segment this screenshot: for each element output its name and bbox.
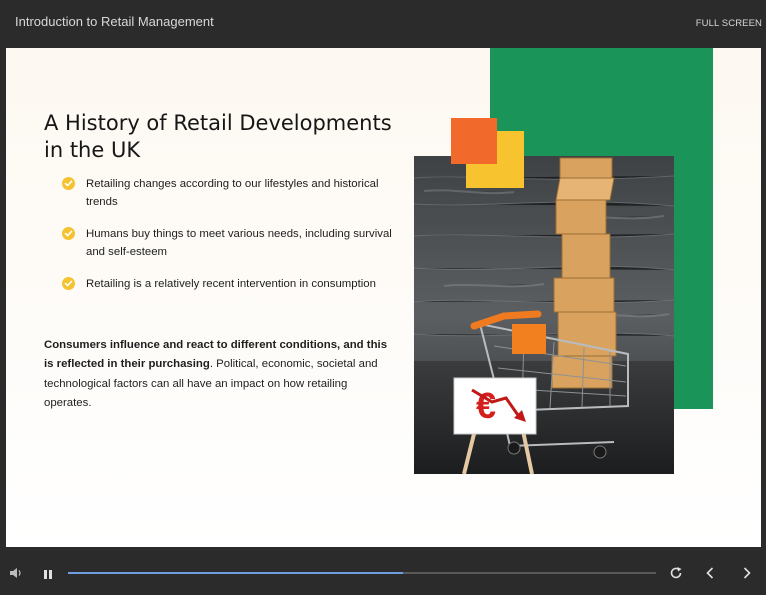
pause-icon[interactable]: [43, 567, 53, 585]
shopping-cart-boxes-image: €: [414, 156, 674, 474]
check-icon: [62, 227, 75, 240]
orange-decor-square: [451, 118, 497, 164]
slide: A History of Retail Developments in the …: [6, 48, 761, 547]
previous-icon[interactable]: [705, 566, 715, 585]
volume-icon[interactable]: [9, 566, 23, 584]
list-item: Retailing is a relatively recent interve…: [62, 276, 392, 294]
list-item: Humans buy things to meet various needs,…: [62, 226, 392, 261]
progress-fill: [68, 572, 404, 574]
check-icon: [62, 277, 75, 290]
list-item: Retailing changes according to our lifes…: [62, 176, 392, 211]
next-icon[interactable]: [742, 566, 752, 585]
fullscreen-button[interactable]: FULL SCREEN: [696, 18, 762, 29]
bullet-text: Retailing changes according to our lifes…: [86, 178, 379, 208]
body-paragraph: Consumers influence and react to differe…: [44, 336, 389, 413]
player-controls: [0, 549, 766, 595]
slide-title: A History of Retail Developments in the …: [44, 111, 392, 162]
top-bar: Introduction to Retail Management FULL S…: [0, 0, 766, 46]
bullet-text: Retailing is a relatively recent interve…: [86, 278, 376, 290]
progress-bar[interactable]: [68, 572, 656, 574]
bullet-text: Humans buy things to meet various needs,…: [86, 228, 392, 258]
check-icon: [62, 177, 75, 190]
bullet-list: Retailing changes according to our lifes…: [62, 176, 392, 309]
euro-sign: €: [476, 385, 496, 426]
replay-icon[interactable]: [669, 566, 683, 585]
course-title: Introduction to Retail Management: [15, 14, 214, 29]
